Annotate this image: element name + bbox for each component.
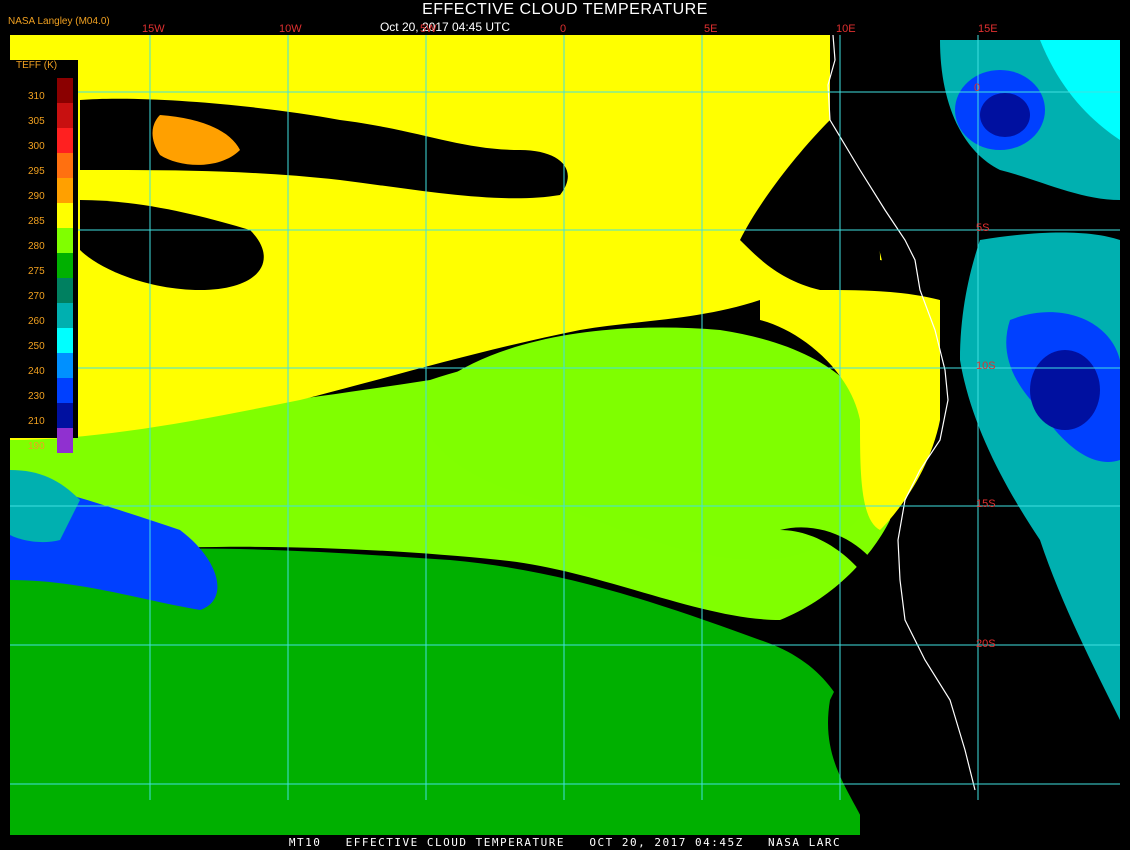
lat-label-15s: 15S [976,498,996,510]
legend-value: 190 [28,441,45,452]
legend-swatch [57,278,73,303]
legend-swatch [57,178,73,203]
legend-swatch [57,303,73,328]
legend-swatch [57,428,73,453]
legend-title: TEFF (K) [16,60,58,71]
lon-label-0: 0 [560,23,567,35]
legend-swatch [57,228,73,253]
legend-value: 295 [28,166,45,177]
legend-value: 290 [28,191,45,202]
page-title: EFFECTIVE CLOUD TEMPERATURE [422,1,708,18]
footer-caption: MT10 EFFECTIVE CLOUD TEMPERATURE OCT 20,… [288,836,842,849]
agency-label: NASA Langley (M04.0) [8,16,110,27]
lon-label-15e: 15E [978,23,998,35]
legend-row: 295 [10,153,78,178]
lon-label-5e: 5E [704,23,718,35]
legend-value: 300 [28,141,45,152]
legend-value: 240 [28,366,45,377]
legend-value: 305 [28,116,45,127]
legend-row: 240 [10,353,78,378]
legend-swatch [57,128,73,153]
legend-row: 260 [10,303,78,328]
lon-label-10w: 10W [279,23,302,35]
legend-row: 275 [10,253,78,278]
legend-value: 280 [28,241,45,252]
lat-label-0: 0 [974,82,981,94]
legend-value: 270 [28,291,45,302]
legend-swatch [57,103,73,128]
legend-row: 270 [10,278,78,303]
cloud-temperature-map [10,34,1120,835]
legend-value: 275 [28,266,45,277]
legend-value: 260 [28,316,45,327]
legend-row: 300 [10,128,78,153]
cold-cloud-center-1 [980,93,1030,137]
legend-swatch [57,253,73,278]
legend-row: 285 [10,203,78,228]
legend-row: 230 [10,378,78,403]
legend-swatch [57,203,73,228]
lon-label-10e: 10E [836,23,856,35]
legend-row: 305 [10,103,78,128]
lat-label-10s: 10S [976,360,996,372]
legend-value: 230 [28,391,45,402]
legend-value: 310 [28,91,45,102]
lon-label-15w: 15W [142,23,165,35]
legend-row: 210 [10,403,78,428]
lon-label-5w: 5W [420,23,437,35]
legend-row: 280 [10,228,78,253]
legend-swatch [57,153,73,178]
legend-swatch [57,78,73,103]
legend-value: 285 [28,216,45,227]
legend-row: 310 [10,78,78,103]
legend-row: 190 [10,428,78,453]
legend-row: 250 [10,328,78,353]
legend-swatch [57,353,73,378]
legend-swatch [57,378,73,403]
temperature-legend: TEFF (K) 310 305 300 295 290 285 280 275 270 260 2… [10,60,78,453]
lat-label-20s: 20S [976,638,996,650]
legend-value: 210 [28,416,45,427]
legend-value: 250 [28,341,45,352]
cold-cloud-center-2 [1030,350,1100,430]
legend-row: 290 [10,178,78,203]
lat-label-5s: 5S [976,222,990,234]
legend-swatch [57,403,73,428]
legend-swatch [57,328,73,353]
